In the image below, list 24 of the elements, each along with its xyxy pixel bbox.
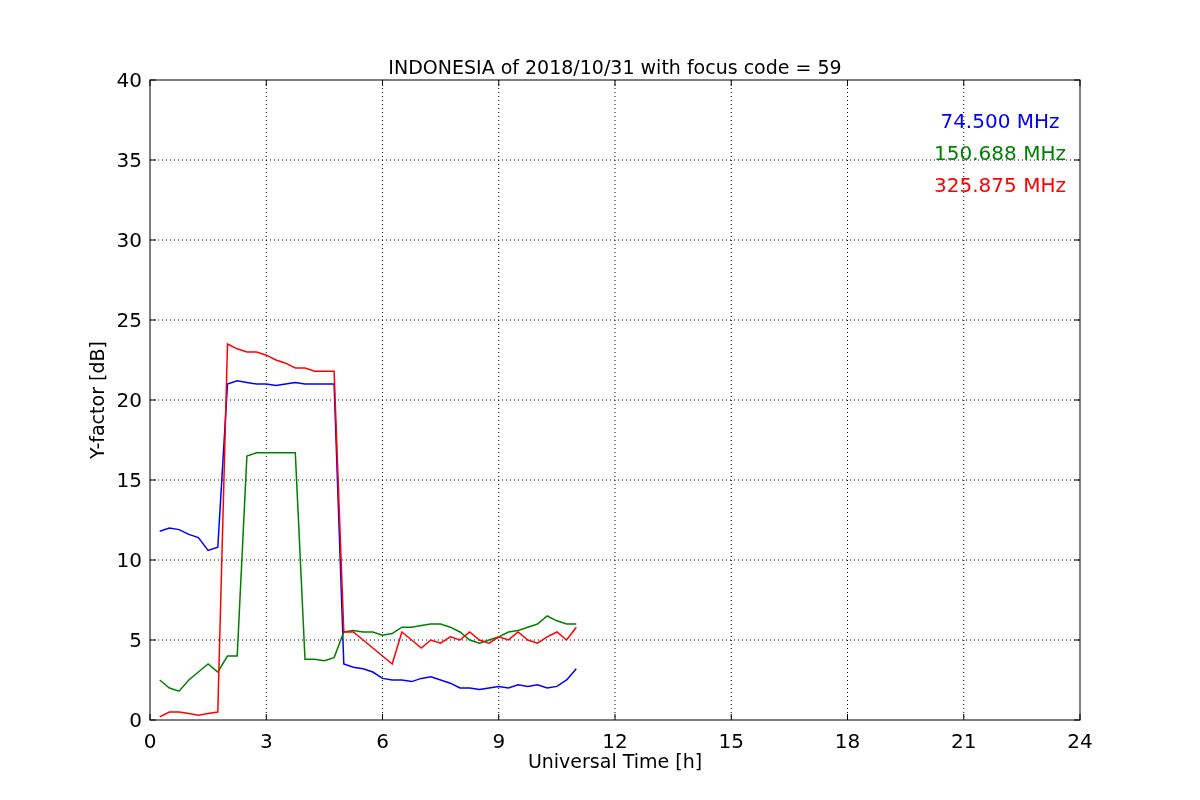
x-tick-label: 24 [1067,729,1093,753]
x-tick-label: 6 [376,729,389,753]
x-tick-label: 21 [951,729,977,753]
x-tick-label: 15 [718,729,744,753]
y-tick-label: 0 [129,708,142,732]
y-tick-label: 25 [116,308,142,332]
legend-label: 325.875 MHz [934,173,1066,197]
x-tick-label: 9 [492,729,506,753]
y-tick-label: 35 [116,148,142,172]
y-tick-label: 10 [116,548,142,572]
x-tick-label: 0 [143,729,157,753]
x-axis-label: Universal Time [h] [527,750,703,772]
legend-label: 150.688 MHz [934,141,1066,165]
y-tick-label: 5 [129,628,142,652]
y-tick-label: 20 [116,388,142,412]
y-tick-label: 40 [116,68,142,92]
x-tick-label: 3 [259,729,273,753]
y-axis-label: Y-factor [dB] [86,341,108,459]
y-tick-label: 15 [116,468,142,492]
legend-label: 74.500 MHz [940,109,1060,133]
y-tick-label: 30 [116,228,142,252]
chart-title: INDONESIA of 2018/10/31 with focus code = 59 [388,56,842,78]
x-tick-label: 18 [834,729,861,753]
x-tick-label: 12 [602,729,628,753]
